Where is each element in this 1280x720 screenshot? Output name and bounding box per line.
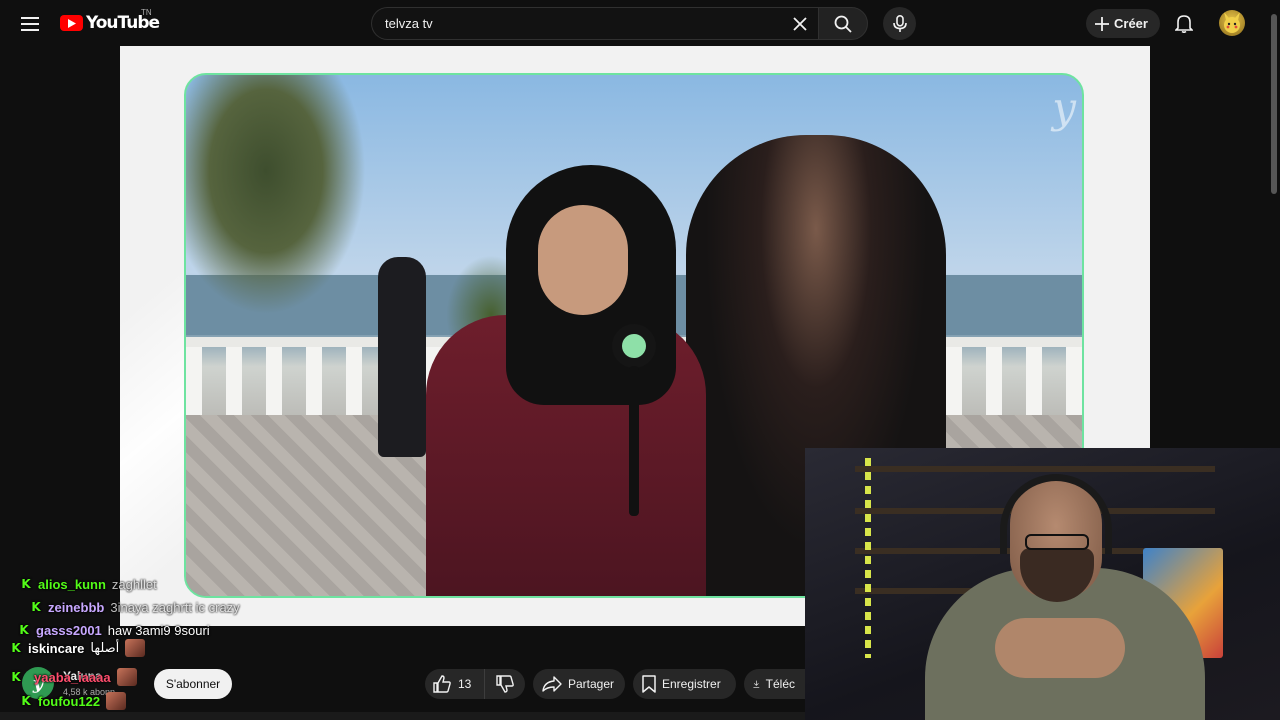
microphone-icon — [612, 324, 656, 516]
search-button[interactable] — [818, 7, 868, 40]
play-logo-icon — [60, 15, 83, 31]
chat-username: zeinebbb — [48, 599, 105, 615]
kick-badge-icon: K — [21, 577, 31, 591]
close-icon — [793, 17, 807, 31]
dislike-button[interactable] — [485, 669, 525, 699]
kick-badge-icon: K — [21, 694, 31, 708]
interviewee-face — [538, 205, 628, 315]
search-input-value: telvza tv — [385, 16, 433, 31]
bell-icon — [1175, 15, 1193, 33]
shelf — [855, 466, 1215, 472]
chat-username: yaaba_iaaaa — [34, 669, 111, 685]
account-avatar[interactable] — [1219, 10, 1245, 36]
voice-search-button[interactable] — [883, 7, 916, 40]
top-bar: YouTube TN telvza tv Créer — [0, 0, 1280, 46]
thumbs-up-icon — [433, 675, 451, 693]
chat-emote — [125, 639, 146, 657]
chat-message: K iskincare أصلها — [10, 639, 146, 657]
background-person — [378, 257, 426, 457]
description-strip — [0, 712, 805, 720]
like-count: 13 — [458, 677, 472, 691]
chat-message: K alios_kunn zaghllet — [20, 575, 157, 593]
chat-message: K gasss2001 haw 3ami9 9souri — [18, 621, 210, 639]
chat-message: K zeinebbb 3inaya zaghrtt ic crazy — [30, 598, 240, 616]
chat-emote — [106, 692, 127, 710]
chat-emote — [116, 668, 137, 686]
chat-message: K yaaba_iaaaa — [10, 668, 137, 686]
save-label: Enregistrer — [662, 677, 721, 691]
page-scrollbar[interactable] — [1271, 14, 1277, 194]
chat-text: zaghllet — [111, 576, 157, 592]
menu-button[interactable] — [14, 8, 46, 40]
mic-icon — [892, 14, 907, 32]
chat-text: أصلها — [90, 640, 120, 655]
share-label: Partager — [568, 677, 615, 691]
kick-badge-icon: K — [19, 623, 29, 637]
chat-username: gasss2001 — [36, 622, 102, 638]
bookmark-icon — [642, 675, 656, 693]
notifications-button[interactable] — [1170, 9, 1198, 37]
share-button[interactable]: Partager — [533, 669, 625, 699]
tree — [186, 75, 366, 315]
chat-username: foufou122 — [38, 693, 101, 709]
like-button[interactable]: 13 — [425, 669, 485, 699]
kick-badge-icon: K — [31, 600, 41, 614]
chat-username: alios_kunn — [38, 576, 106, 592]
streamer-webcam — [805, 448, 1280, 720]
download-label: Téléc — [765, 677, 795, 691]
kick-badge-icon: K — [11, 641, 21, 655]
chat-message: K foufou122 — [20, 692, 127, 710]
share-arrow-icon — [542, 676, 562, 692]
chat-text: haw 3ami9 9souri — [107, 622, 210, 638]
download-icon — [753, 680, 760, 688]
kick-badge-icon: K — [11, 670, 21, 684]
streamer-hands — [995, 618, 1125, 678]
thumbs-down-icon — [496, 675, 514, 693]
country-code: TN — [141, 8, 152, 17]
search-icon — [834, 15, 852, 33]
pikachu-avatar-icon — [1224, 12, 1240, 33]
chat-username: iskincare — [28, 640, 85, 656]
headset-icon — [1000, 474, 1112, 554]
chat-text: 3inaya zaghrtt ic crazy — [110, 599, 240, 615]
channel-watermark: y — [1052, 83, 1076, 132]
create-label: Créer — [1114, 16, 1148, 31]
led-strip — [865, 458, 871, 658]
save-button[interactable]: Enregistrer — [633, 669, 736, 699]
download-button[interactable]: Téléc — [744, 669, 805, 699]
clear-search-button[interactable] — [788, 12, 812, 36]
subscribe-button[interactable]: S'abonner — [154, 669, 232, 699]
plus-icon — [1095, 16, 1109, 31]
create-button[interactable]: Créer — [1086, 9, 1160, 38]
youtube-logo[interactable]: YouTube TN — [60, 8, 160, 34]
hamburger-icon — [21, 17, 39, 31]
like-dislike-group: 13 — [425, 669, 525, 699]
search-input[interactable]: telvza tv — [371, 7, 818, 40]
